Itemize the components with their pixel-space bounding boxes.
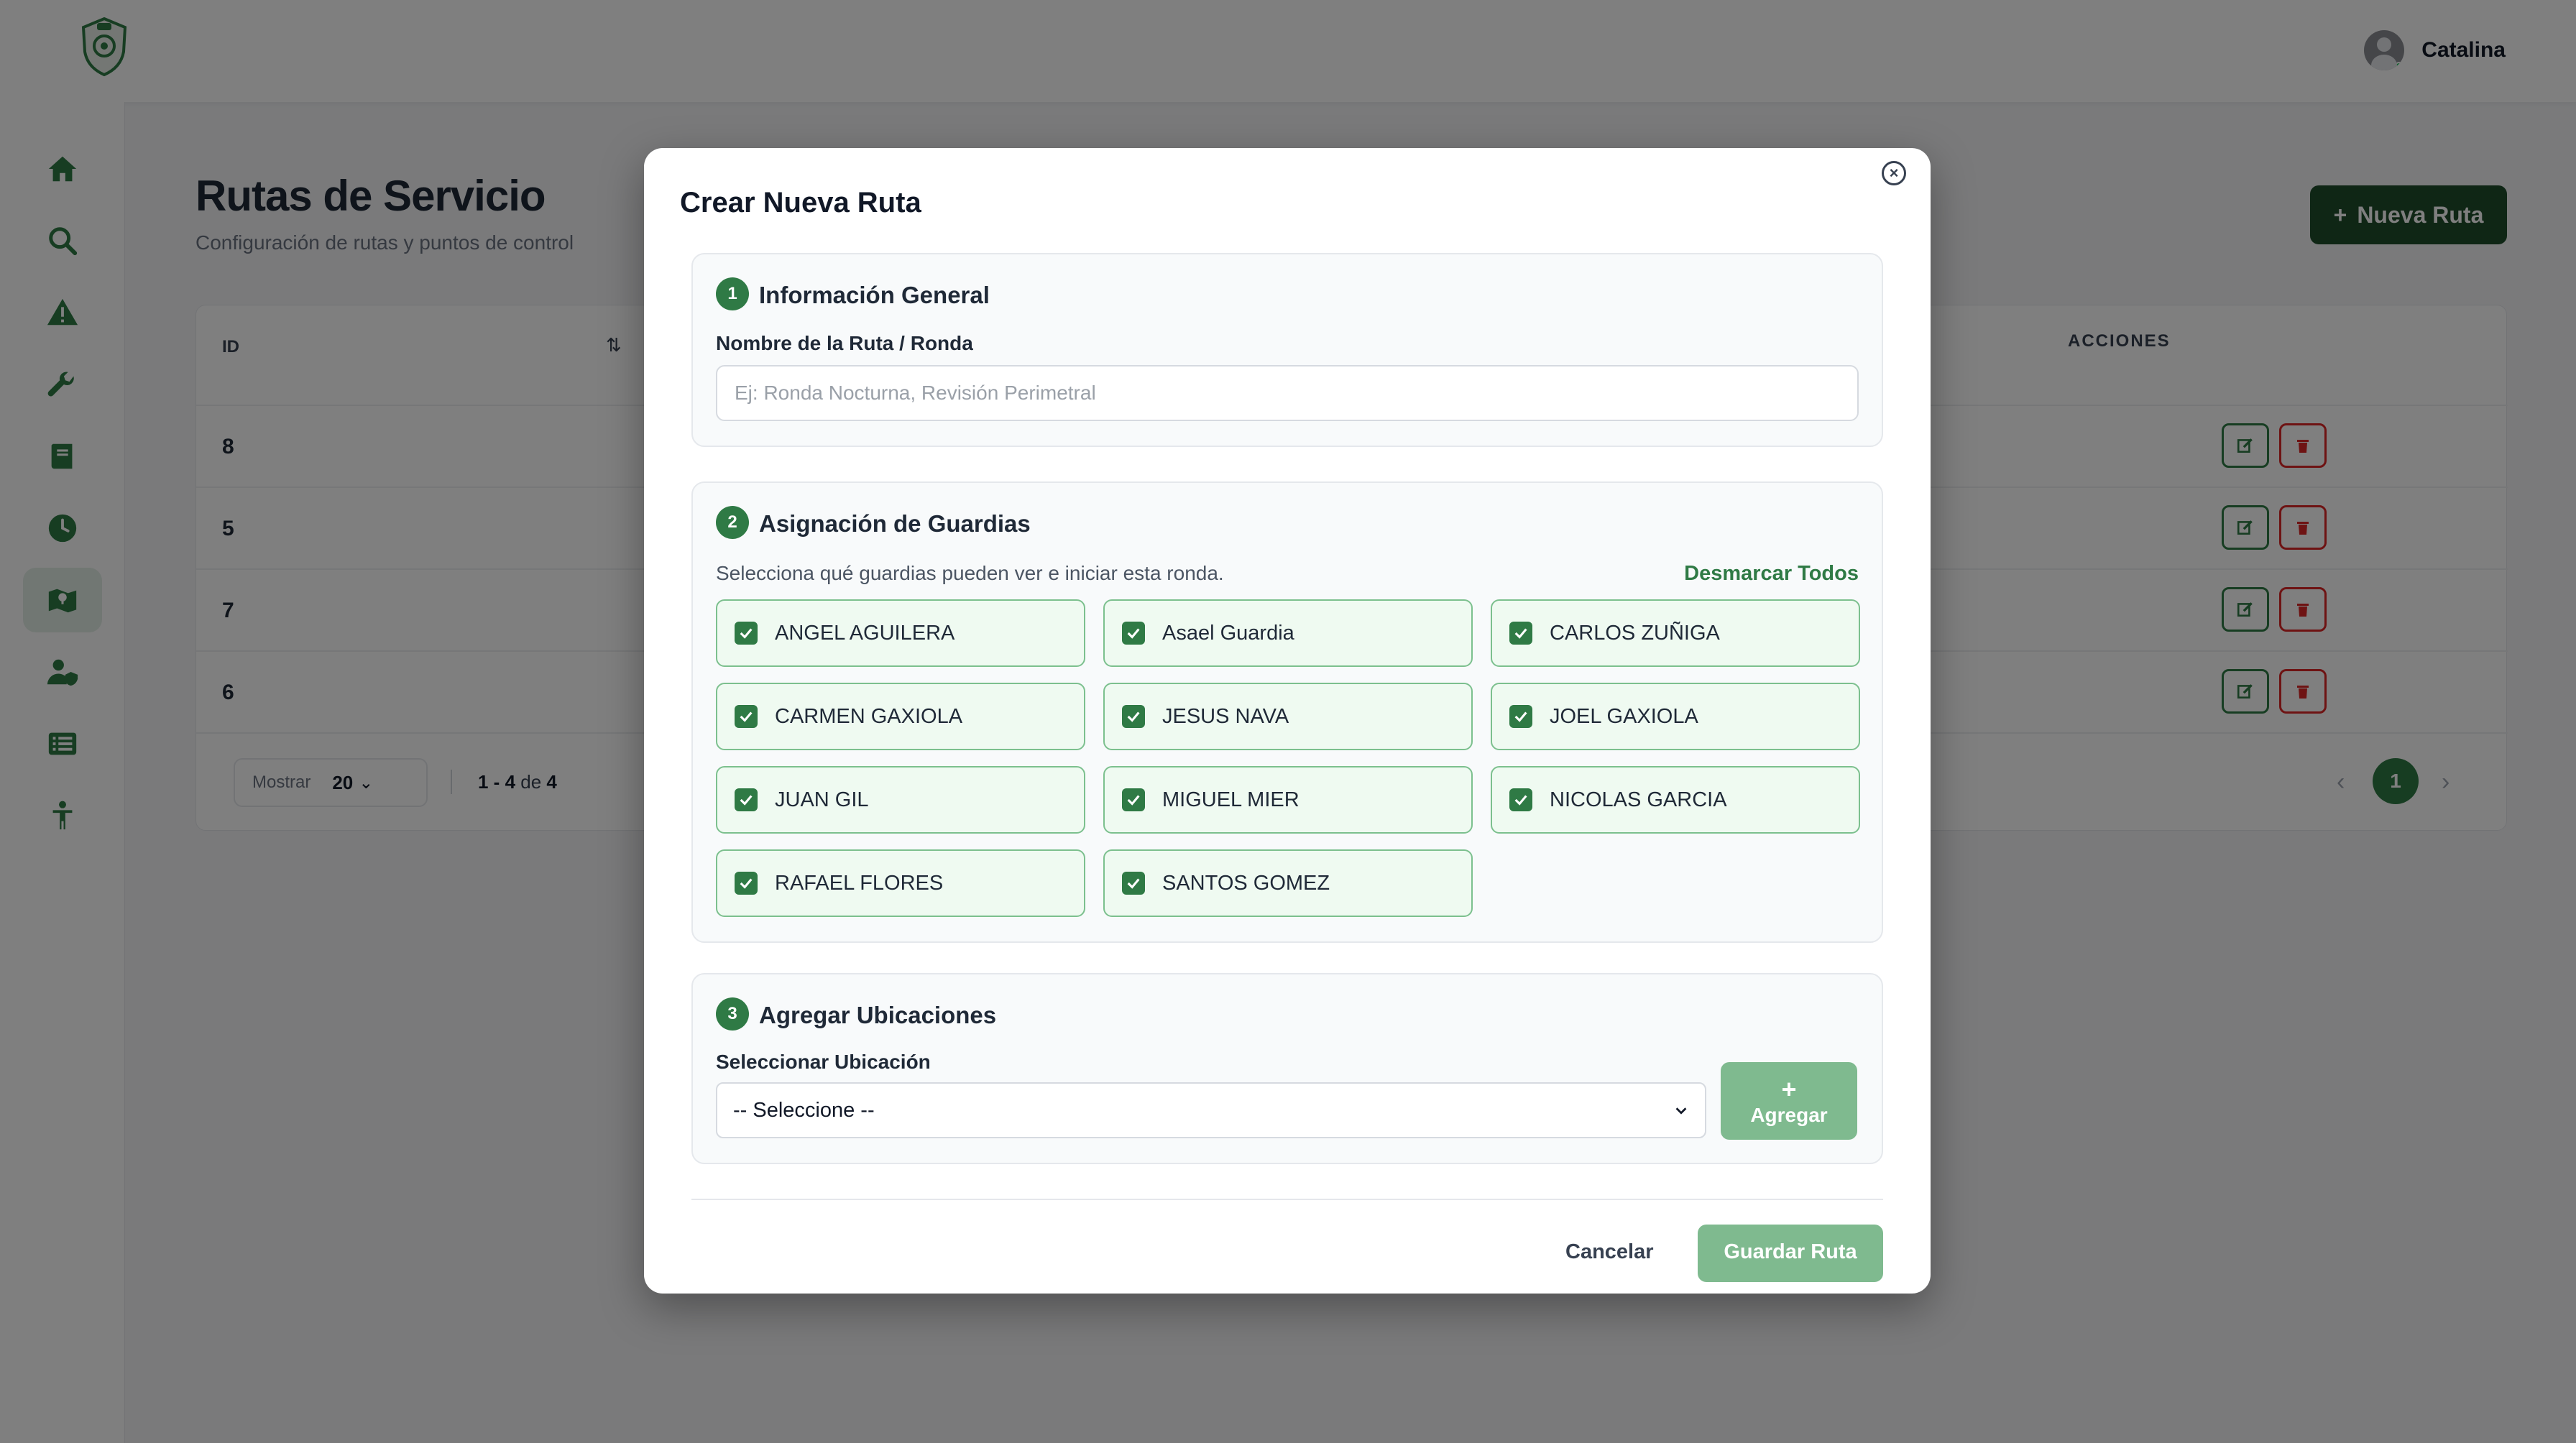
guard-name: NICOLAS GARCIA	[1550, 788, 1727, 811]
route-name-input[interactable]	[716, 365, 1859, 421]
guard-option[interactable]: MIGUEL MIER	[1103, 766, 1473, 834]
checkbox-checked-icon[interactable]	[1122, 705, 1145, 728]
guard-option[interactable]: ANGEL AGUILERA	[716, 599, 1085, 667]
footer-divider	[691, 1199, 1883, 1200]
save-route-button[interactable]: Guardar Ruta	[1698, 1225, 1883, 1282]
close-icon[interactable]: ×	[1882, 161, 1906, 185]
general-info-section: 1 Información General Nombre de la Ruta …	[691, 253, 1883, 447]
guard-name: Asael Guardia	[1162, 621, 1294, 645]
add-locations-section: 3 Agregar Ubicaciones Seleccionar Ubicac…	[691, 973, 1883, 1164]
guard-name: MIGUEL MIER	[1162, 788, 1300, 811]
checkbox-checked-icon[interactable]	[1509, 788, 1532, 811]
step-number-badge: 1	[716, 277, 749, 310]
checkbox-checked-icon[interactable]	[735, 705, 758, 728]
section-title: Información General	[759, 282, 990, 308]
checkbox-checked-icon[interactable]	[1509, 622, 1532, 645]
guard-name: CARLOS ZUÑIGA	[1550, 621, 1720, 645]
checkbox-checked-icon[interactable]	[735, 872, 758, 895]
checkbox-checked-icon[interactable]	[1122, 872, 1145, 895]
route-name-label: Nombre de la Ruta / Ronda	[716, 332, 973, 354]
location-select-value: -- Seleccione --	[733, 1098, 875, 1122]
guard-name: CARMEN GAXIOLA	[775, 704, 963, 728]
guard-option[interactable]: Asael Guardia	[1103, 599, 1473, 667]
section-title: Asignación de Guardias	[759, 510, 1031, 537]
guard-option[interactable]: RAFAEL FLORES	[716, 849, 1085, 917]
deselect-all-button[interactable]: Desmarcar Todos	[1684, 562, 1859, 586]
checkbox-checked-icon[interactable]	[1122, 788, 1145, 811]
checkbox-checked-icon[interactable]	[1509, 705, 1532, 728]
guard-option[interactable]: CARMEN GAXIOLA	[716, 683, 1085, 750]
chevron-down-icon	[1675, 1107, 1687, 1115]
checkbox-checked-icon[interactable]	[735, 788, 758, 811]
guard-helper-text: Selecciona qué guardias pueden ver e ini…	[716, 562, 1224, 584]
guard-option[interactable]: NICOLAS GARCIA	[1491, 766, 1860, 834]
guard-option[interactable]: SANTOS GOMEZ	[1103, 849, 1473, 917]
plus-icon: +	[1781, 1074, 1797, 1105]
guard-option[interactable]: JESUS NAVA	[1103, 683, 1473, 750]
section-title: Agregar Ubicaciones	[759, 1002, 997, 1028]
location-select[interactable]: -- Seleccione --	[716, 1082, 1706, 1138]
location-select-label: Seleccionar Ubicación	[716, 1051, 931, 1073]
checkbox-checked-icon[interactable]	[735, 622, 758, 645]
step-number-badge: 3	[716, 997, 749, 1031]
checkbox-checked-icon[interactable]	[1122, 622, 1145, 645]
modal-title: Crear Nueva Ruta	[680, 187, 921, 218]
guard-name: JESUS NAVA	[1162, 704, 1289, 728]
step-number-badge: 2	[716, 506, 749, 539]
guard-option[interactable]: JOEL GAXIOLA	[1491, 683, 1860, 750]
cancel-button[interactable]: Cancelar	[1565, 1240, 1654, 1264]
create-route-modal: × Crear Nueva Ruta 1 Información General…	[644, 148, 1931, 1294]
add-location-button[interactable]: + Agregar	[1721, 1062, 1857, 1140]
guard-name: RAFAEL FLORES	[775, 871, 944, 895]
guard-name: ANGEL AGUILERA	[775, 621, 955, 645]
guard-option[interactable]: CARLOS ZUÑIGA	[1491, 599, 1860, 667]
add-location-label: Agregar	[1750, 1104, 1828, 1127]
guard-name: JOEL GAXIOLA	[1550, 704, 1698, 728]
guard-option[interactable]: JUAN GIL	[716, 766, 1085, 834]
guard-name: SANTOS GOMEZ	[1162, 871, 1330, 895]
guard-assignment-section: 2 Asignación de Guardias Selecciona qué …	[691, 481, 1883, 943]
guard-name: JUAN GIL	[775, 788, 869, 811]
